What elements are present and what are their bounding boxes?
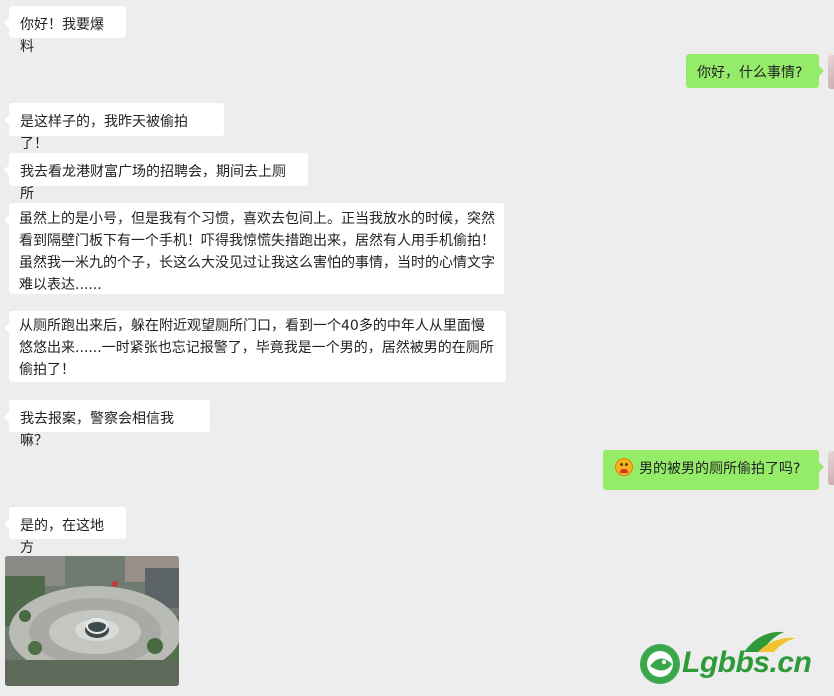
image-message[interactable]: [5, 556, 179, 686]
message-text: 我去报案，警察会相信我嘛？: [20, 411, 174, 449]
dragon-logo-icon: [640, 644, 680, 684]
message-incoming[interactable]: 虽然上的是小号，但是我有个习惯，喜欢去包间上。正当我放水的时候，突然看到隔壁门板…: [4, 203, 504, 294]
message-text: 你好！我要爆料: [20, 17, 104, 55]
message-text: 我去看龙港财富广场的招聘会，期间去上厕所: [20, 164, 286, 202]
avatar[interactable]: [828, 55, 834, 89]
message-outgoing[interactable]: 你好，什么事情?: [686, 54, 824, 88]
message-text: 你好，什么事情?: [697, 65, 803, 81]
message-incoming[interactable]: 我去看龙港财富广场的招聘会，期间去上厕所: [4, 153, 308, 202]
message-incoming[interactable]: 是这样子的，我昨天被偷拍了！: [4, 103, 224, 152]
plaza-photo: [5, 556, 179, 686]
message-outgoing[interactable]: 男的被男的厕所偷拍了吗?: [603, 450, 824, 490]
watermark-logo: Lgbbs.cn: [636, 628, 826, 688]
message-text: 是的，在这地方: [20, 518, 104, 556]
message-incoming[interactable]: 是的，在这地方: [4, 507, 126, 556]
message-text: 从厕所跑出来后，躲在附近观望厕所门口，看到一个40多的中年人从里面慢悠悠出来..…: [19, 318, 494, 378]
message-text: 男的被男的厕所偷拍了吗?: [639, 461, 801, 477]
message-incoming[interactable]: 我去报案，警察会相信我嘛？: [4, 400, 210, 449]
watermark-text: Lgbbs.cn: [682, 646, 812, 679]
message-incoming[interactable]: 从厕所跑出来后，躲在附近观望厕所门口，看到一个40多的中年人从里面慢悠悠出来..…: [4, 311, 506, 382]
message-incoming[interactable]: 你好！我要爆料: [4, 6, 126, 55]
angry-face-emoji-icon: [615, 458, 633, 476]
message-text: 是这样子的，我昨天被偷拍了！: [20, 114, 188, 152]
message-text: 虽然上的是小号，但是我有个习惯，喜欢去包间上。正当我放水的时候，突然看到隔壁门板…: [19, 211, 495, 293]
avatar[interactable]: [828, 451, 834, 485]
